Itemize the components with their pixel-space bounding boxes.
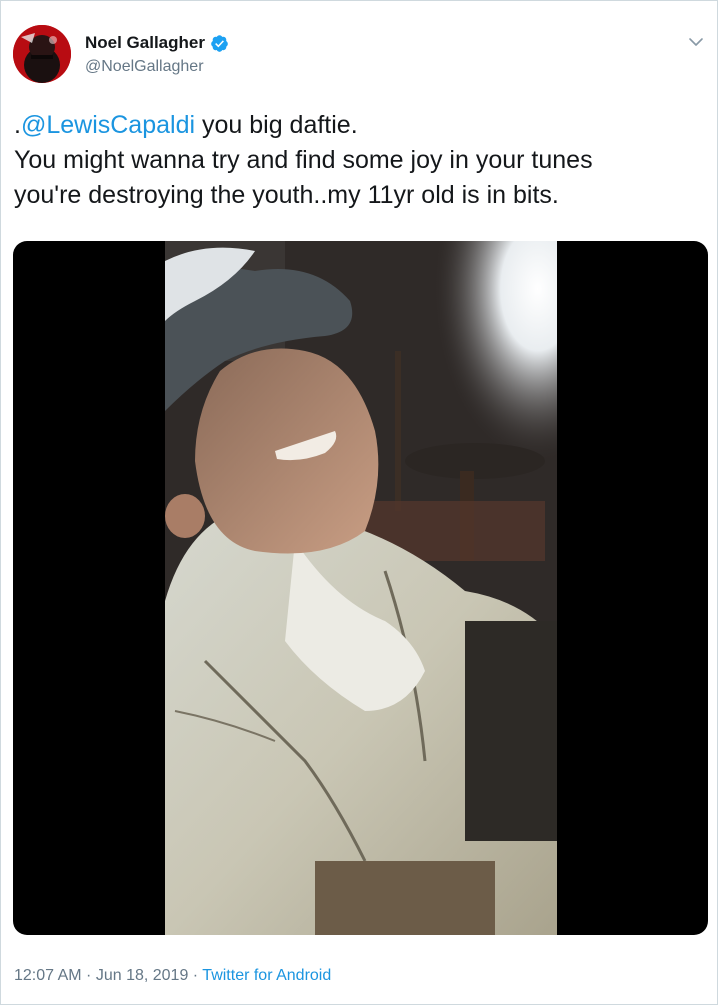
tweet-text-line-1: .@LewisCapaldi you big daftie. (14, 108, 704, 143)
tweet-card: Noel Gallagher @NoelGallagher .@LewisCap… (0, 0, 718, 1005)
tweet-text-line-2: You might wanna try and find some joy in… (14, 146, 593, 174)
tweet-text: .@LewisCapaldi you big daftie. You might… (14, 108, 704, 213)
author-handle[interactable]: @NoelGallagher (85, 58, 204, 76)
tweet-time[interactable]: 12:07 AM (14, 967, 82, 984)
tweet-source-link[interactable]: Twitter for Android (202, 967, 331, 984)
tweet-date[interactable]: Jun 18, 2019 (96, 967, 189, 984)
meta-separator: · (188, 967, 203, 984)
mention-link[interactable]: @LewisCapaldi (21, 111, 195, 139)
chevron-down-icon[interactable] (687, 33, 705, 51)
author-display-name[interactable]: Noel Gallagher (85, 33, 205, 53)
video-frame (165, 241, 557, 935)
verified-badge-icon (210, 34, 229, 53)
author-name-row: Noel Gallagher (85, 33, 229, 53)
tweet-text-line-3: you're destroying the youth..my 11yr old… (14, 181, 559, 209)
meta-separator: · (81, 967, 96, 984)
video-still-image (165, 241, 557, 935)
tweet-text-prefix: . (14, 111, 21, 139)
avatar-image (13, 25, 71, 83)
tweet-text-suffix: you big daftie. (195, 111, 358, 139)
author-avatar[interactable] (13, 25, 71, 83)
tweet-meta: 12:07 AM · Jun 18, 2019 · Twitter for An… (14, 967, 331, 985)
tweet-video[interactable] (13, 241, 708, 935)
